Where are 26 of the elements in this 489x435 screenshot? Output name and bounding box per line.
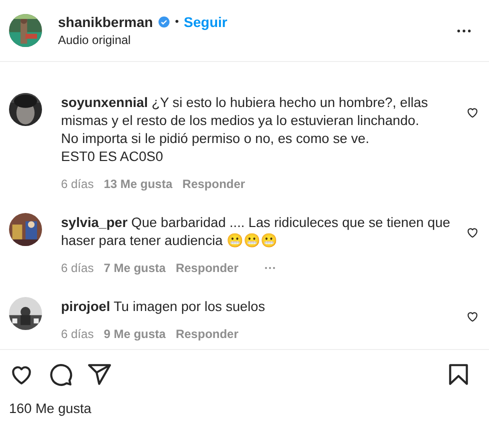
comment-time: 6 días [61,177,94,191]
follow-button[interactable]: Seguir [184,14,228,30]
like-icon[interactable] [466,226,479,239]
like-icon[interactable] [466,106,479,119]
comment-text: sylvia_per Que barbaridad .... Las ridiculeces que se tienen que haser para tener audiencia 😬😬😬 [61,214,452,250]
comment-time: 6 días [61,261,94,275]
likes-count[interactable]: 13 Me gusta [104,177,172,191]
comment-text: soyunxennial ¿Y si esto lo hubiera hecho un hombre?, ellas mismas y el resto de los medios ya lo estuvieran linchando. No importa si le pidió permiso o no, es como se ve. EST0 ES AC0S0 [61,94,429,166]
audio-link[interactable]: Audio original [58,33,456,47]
username[interactable]: shanikberman [58,14,153,30]
reply-button[interactable]: Responder [182,177,246,191]
bookmark-icon[interactable] [446,362,471,387]
comment-icon[interactable] [48,362,73,387]
likes-count[interactable]: 160 Me gusta [0,387,489,416]
separator-dot: • [174,16,179,28]
username-link[interactable]: pirojoel [61,299,110,314]
share-icon[interactable] [87,362,112,387]
likes-count[interactable]: 9 Me gusta [104,327,166,341]
username-link[interactable]: soyunxennial [61,95,148,110]
like-icon[interactable] [466,310,479,323]
username-link[interactable]: sylvia_per [61,215,128,230]
reply-button[interactable]: Responder [176,261,238,275]
likes-count[interactable]: 7 Me gusta [104,261,166,275]
comment-text: pirojoel Tu imagen por los suelos [61,298,266,316]
comment-time: 6 días [61,327,94,341]
reply-button[interactable]: Responder [176,327,238,341]
